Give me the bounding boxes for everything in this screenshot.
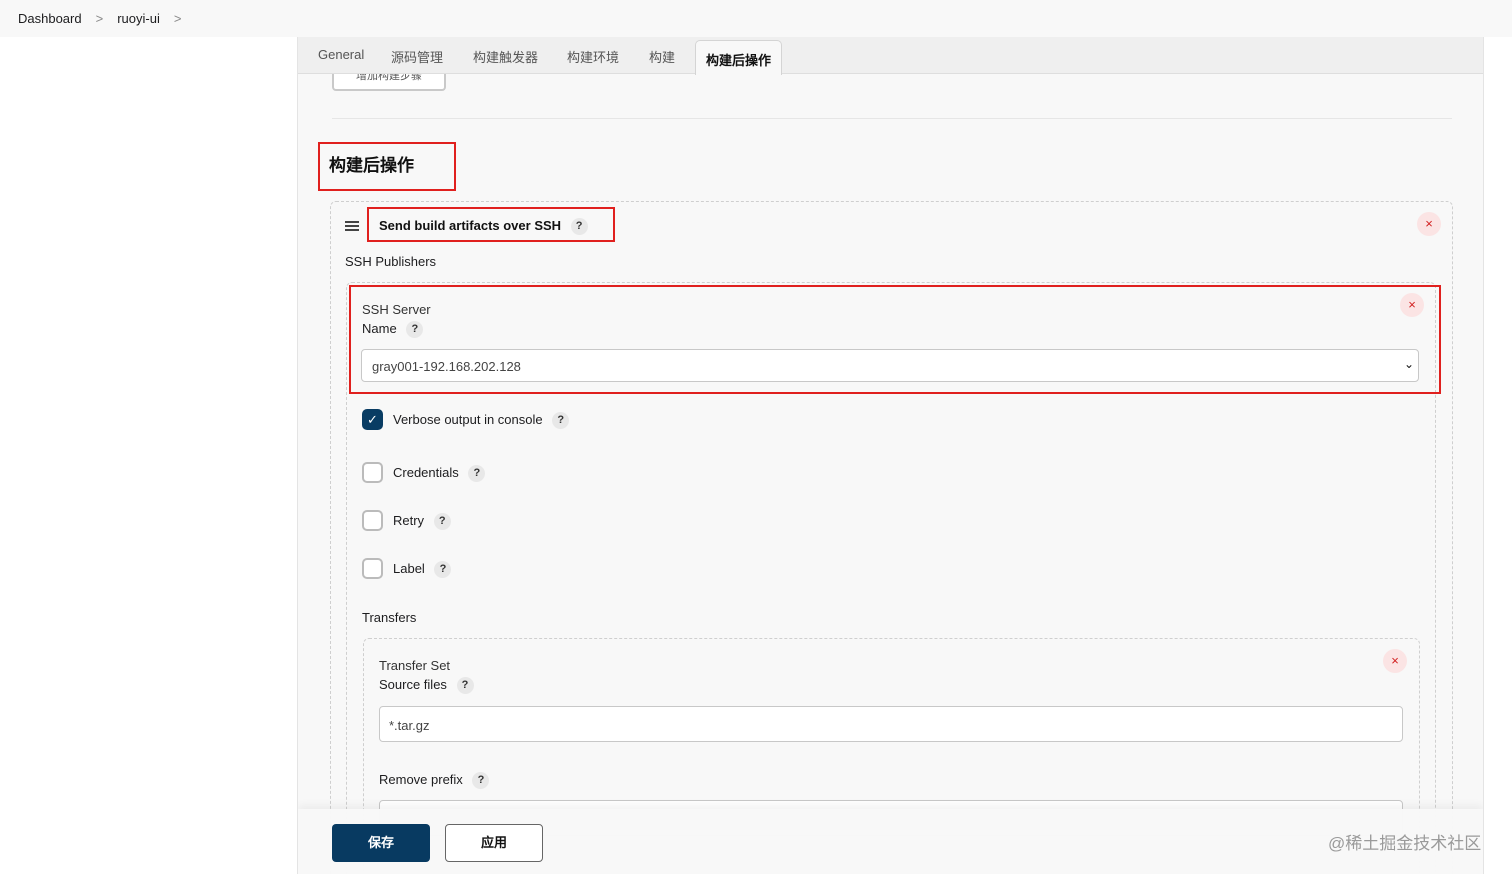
close-icon[interactable]: × — [1383, 649, 1407, 673]
publisher-title-text: Send build artifacts over SSH — [379, 218, 562, 233]
label-option-text: Label — [393, 561, 425, 576]
job-config-panel: 增加构建步骤 General 源码管理 构建触发器 构建环境 构建 构建后操作 … — [297, 37, 1484, 874]
tab-general[interactable]: General — [318, 47, 364, 62]
remove-prefix-label: Remove prefix ? — [379, 772, 490, 790]
chevron-right-icon[interactable]: > — [174, 11, 182, 26]
help-icon[interactable]: ? — [456, 677, 474, 695]
tab-build-triggers[interactable]: 构建触发器 — [473, 47, 538, 66]
credentials-label-text: Credentials — [393, 465, 459, 480]
ssh-server-heading: SSH Server — [362, 302, 431, 317]
retry-label: Retry ? — [393, 513, 451, 531]
breadcrumb: Dashboard > ruoyi-ui > — [0, 0, 1512, 37]
ssh-server-select[interactable]: gray001-192.168.202.128 ⌄ — [361, 349, 1419, 382]
remove-prefix-label-text: Remove prefix — [379, 772, 463, 787]
ssh-publishers-label: SSH Publishers — [345, 254, 437, 269]
tab-post-build-actions[interactable]: 构建后操作 — [695, 40, 783, 75]
label-option-label: Label ? — [393, 561, 452, 579]
close-icon[interactable]: × — [1417, 212, 1441, 236]
tab-source-control[interactable]: 源码管理 — [391, 47, 443, 66]
verbose-label: Verbose output in console ? — [393, 412, 570, 430]
config-tabbar: General 源码管理 构建触发器 构建环境 构建 构建后操作 — [298, 37, 1483, 75]
page-title: 构建后操作 — [329, 156, 414, 175]
breadcrumb-job[interactable]: ruoyi-ui — [117, 11, 160, 26]
help-icon[interactable]: ? — [406, 321, 424, 339]
retry-checkbox[interactable] — [362, 510, 383, 531]
source-files-label: Source files ? — [379, 677, 474, 695]
transfers-label: Transfers — [362, 610, 417, 625]
help-icon[interactable]: ? — [433, 513, 451, 531]
close-icon[interactable]: × — [1400, 293, 1424, 317]
chevron-right-icon[interactable]: > — [96, 11, 104, 26]
source-files-input[interactable]: *.tar.gz — [379, 706, 1403, 742]
retry-label-text: Retry — [393, 513, 425, 528]
section-divider — [332, 118, 1452, 119]
verbose-checkbox[interactable]: ✓ — [362, 409, 383, 430]
chevron-down-icon: ⌄ — [1403, 357, 1414, 371]
help-icon[interactable]: ? — [472, 772, 490, 790]
help-icon[interactable]: ? — [434, 561, 452, 579]
credentials-checkbox[interactable] — [362, 462, 383, 483]
ssh-server-value: gray001-192.168.202.128 — [372, 359, 521, 374]
help-icon[interactable]: ? — [468, 465, 486, 483]
watermark: @稀土掘金技术社区 — [1328, 834, 1482, 853]
help-icon[interactable]: ? — [570, 218, 588, 236]
publisher-title: Send build artifacts over SSH ? — [379, 218, 588, 236]
apply-button[interactable]: 应用 — [445, 824, 543, 862]
source-files-label-text: Source files — [379, 677, 447, 692]
name-label: Name ? — [362, 321, 424, 339]
name-label-text: Name — [362, 321, 397, 336]
help-icon[interactable]: ? — [552, 412, 570, 430]
label-checkbox[interactable] — [362, 558, 383, 579]
add-build-step-button[interactable]: 增加构建步骤 — [332, 73, 446, 91]
save-button[interactable]: 保存 — [332, 824, 430, 862]
credentials-label: Credentials ? — [393, 465, 486, 483]
tab-build[interactable]: 构建 — [649, 47, 675, 66]
drag-handle-icon[interactable] — [345, 221, 359, 233]
tab-build-environment[interactable]: 构建环境 — [567, 47, 619, 66]
transfer-set-heading: Transfer Set — [379, 658, 451, 673]
verbose-label-text: Verbose output in console — [393, 412, 543, 427]
breadcrumb-dashboard[interactable]: Dashboard — [18, 11, 82, 26]
